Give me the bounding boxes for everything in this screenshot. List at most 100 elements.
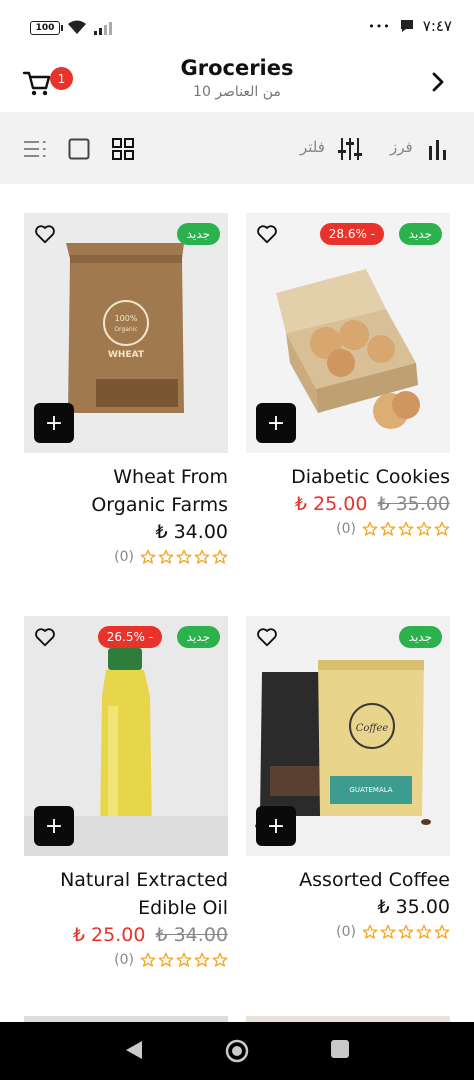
recents-nav-icon[interactable]: [330, 1039, 350, 1059]
new-badge: جديد: [398, 223, 442, 245]
sale-price: ₺ 25.00: [72, 924, 146, 946]
product-card[interactable]: 100% Organic WHEAT جديد + Wheat From Org…: [24, 213, 228, 565]
chevron-right-icon[interactable]: [428, 70, 448, 94]
list-view-icon[interactable]: [24, 138, 48, 160]
status-dots: •••: [368, 19, 391, 33]
price-row: ₺ 25.00 ₺ 35.00: [246, 493, 450, 515]
heart-icon[interactable]: [34, 223, 56, 245]
sort-label[interactable]: فرز: [390, 138, 413, 156]
star-icon: [416, 521, 432, 536]
header: 1 Groceries 10 من العناصر: [0, 54, 474, 112]
price-row: ₺ 35.00: [246, 896, 450, 918]
signal-icon: [94, 22, 112, 35]
star-icon: [380, 924, 396, 939]
battery-level: 100: [35, 23, 55, 33]
svg-text:100%: 100%: [115, 314, 138, 323]
star-icon: [158, 952, 174, 967]
product-price: ₺ 35.00: [377, 896, 450, 918]
system-nav-bar: [0, 1022, 474, 1080]
product-name: Wheat From Organic Farms: [24, 463, 228, 519]
rating: (0): [24, 549, 228, 565]
rating: (0): [24, 952, 228, 968]
add-to-cart-button[interactable]: +: [34, 403, 74, 443]
product-name-line: Natural Extracted: [60, 869, 228, 891]
star-icon: [434, 924, 450, 939]
rating-count: (0): [114, 549, 134, 565]
heart-icon[interactable]: [256, 626, 278, 648]
svg-text:Organic: Organic: [114, 326, 137, 333]
rating: (0): [246, 924, 450, 940]
discount-badge: 28.6% -: [319, 223, 384, 245]
star-rating: [362, 521, 450, 537]
item-count: 10 من العناصر: [193, 84, 281, 100]
original-price: ₺ 35.00: [377, 493, 450, 515]
battery-icon: 100: [30, 21, 63, 35]
star-icon: [140, 549, 156, 564]
status-left: 100: [30, 20, 116, 36]
clock: ٧:٤٧: [422, 17, 452, 35]
star-icon: [140, 952, 156, 967]
product-image[interactable]: 100% Organic WHEAT جديد +: [24, 213, 228, 453]
filter-label[interactable]: فلتر: [300, 138, 325, 156]
star-icon: [194, 952, 210, 967]
star-icon: [176, 952, 192, 967]
star-icon: [176, 549, 192, 564]
product-name-line: Assorted Coffee: [299, 869, 450, 891]
star-icon: [362, 924, 378, 939]
heart-icon[interactable]: [34, 626, 56, 648]
star-icon: [416, 924, 432, 939]
price-row: ₺ 25.00 ₺ 34.00: [24, 924, 228, 946]
back-nav-icon[interactable]: [124, 1039, 144, 1061]
product-price: ₺ 34.00: [155, 521, 228, 543]
heart-icon[interactable]: [256, 223, 278, 245]
title-block: Groceries 10 من العناصر: [0, 56, 474, 100]
wifi-icon: [68, 20, 86, 34]
grid-view-icon[interactable]: [112, 138, 134, 160]
filter-icon[interactable]: [338, 136, 362, 162]
product-name-line: Wheat From: [113, 466, 228, 488]
star-icon: [158, 549, 174, 564]
product-name: Diabetic Cookies: [246, 463, 450, 491]
star-icon: [434, 521, 450, 536]
svg-text:GUATEMALA: GUATEMALA: [349, 786, 392, 794]
star-rating: [362, 924, 450, 940]
page-title: Groceries: [180, 56, 294, 80]
product-name-line: Organic Farms: [91, 494, 228, 516]
svg-text:WHEAT: WHEAT: [108, 350, 145, 360]
star-rating: [140, 952, 228, 968]
star-icon: [380, 521, 396, 536]
star-icon: [362, 521, 378, 536]
product-image[interactable]: Coffee GUATEMALA جديد +: [246, 616, 450, 856]
status-bar: 100 ••• ٧:٤٧: [0, 0, 474, 54]
star-icon: [398, 521, 414, 536]
product-image[interactable]: جديد 26.5% - +: [24, 616, 228, 856]
rating-count: (0): [336, 924, 356, 940]
star-icon: [398, 924, 414, 939]
product-name: Assorted Coffee: [246, 866, 450, 894]
add-to-cart-button[interactable]: +: [256, 403, 296, 443]
new-badge: جديد: [176, 223, 220, 245]
star-icon: [212, 952, 228, 967]
add-to-cart-button[interactable]: +: [256, 806, 296, 846]
product-image[interactable]: جديد 28.6% - +: [246, 213, 450, 453]
add-to-cart-button[interactable]: +: [34, 806, 74, 846]
product-name-line: Diabetic Cookies: [291, 466, 450, 488]
product-card[interactable]: جديد 26.5% - + Natural Extracted Edible …: [24, 616, 228, 968]
original-price: ₺ 34.00: [155, 924, 228, 946]
star-icon: [212, 549, 228, 564]
message-icon: [400, 20, 413, 32]
status-right: ••• ٧:٤٧: [368, 17, 452, 35]
new-badge: جديد: [176, 626, 220, 648]
product-name: Natural Extracted Edible Oil: [24, 866, 228, 922]
price-row: ₺ 34.00: [24, 521, 228, 543]
rating-count: (0): [336, 521, 356, 537]
new-badge: جديد: [398, 626, 442, 648]
product-card[interactable]: Coffee GUATEMALA جديد + Assorted Coffee …: [246, 616, 450, 940]
svg-text:Coffee: Coffee: [356, 723, 389, 734]
home-nav-icon[interactable]: [225, 1039, 249, 1063]
discount-badge: 26.5% -: [97, 626, 162, 648]
product-card[interactable]: جديد 28.6% - + Diabetic Cookies ₺ 25.00 …: [246, 213, 450, 537]
single-view-icon[interactable]: [68, 138, 90, 160]
product-name-line: Edible Oil: [138, 897, 228, 919]
sort-icon[interactable]: [428, 138, 448, 160]
